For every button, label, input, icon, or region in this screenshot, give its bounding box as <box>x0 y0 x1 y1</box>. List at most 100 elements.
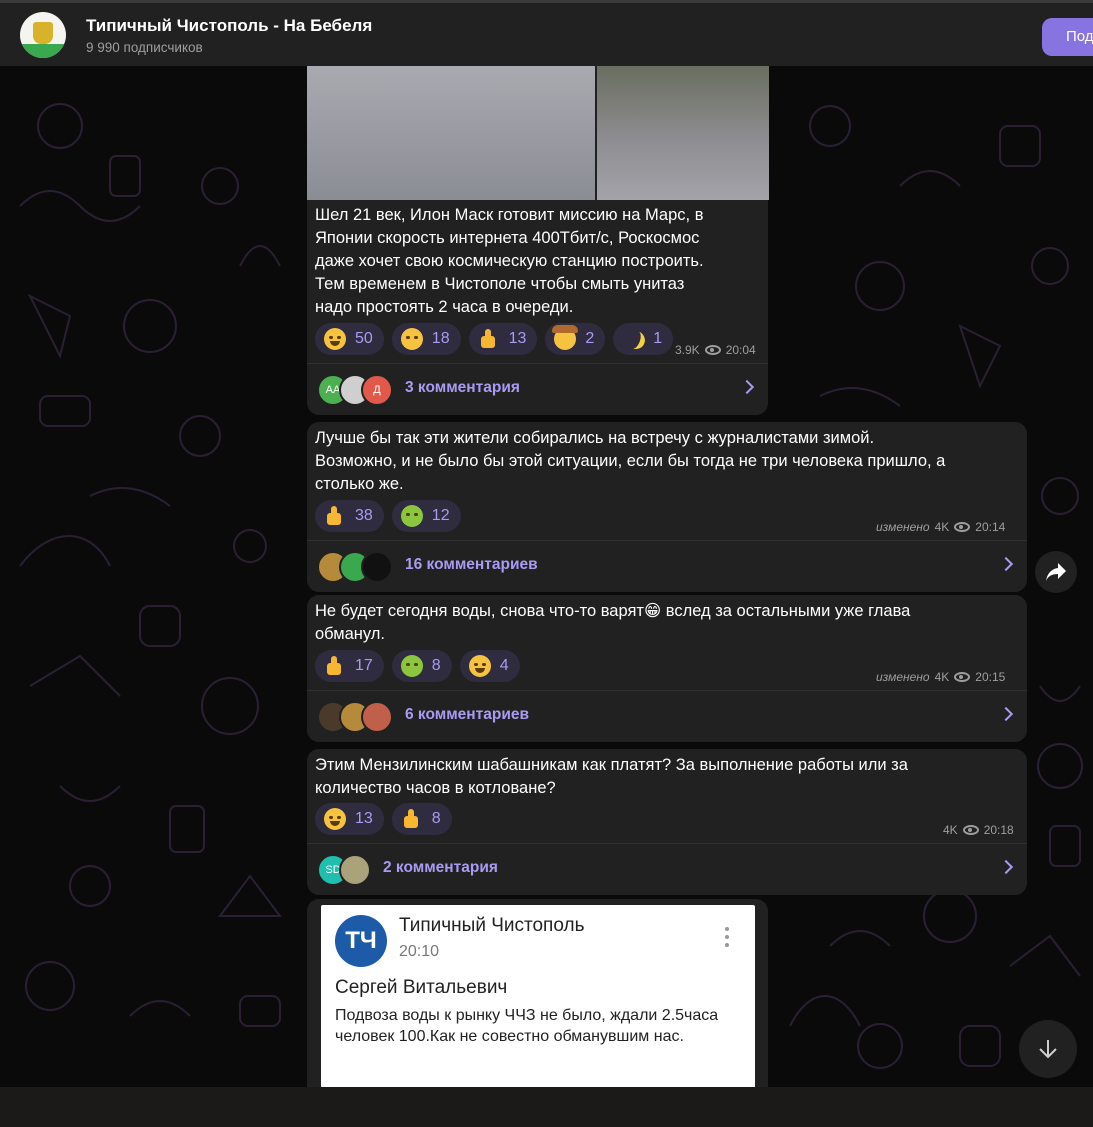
cowboy-emoji <box>552 325 579 350</box>
reaction-count: 17 <box>355 657 373 674</box>
reaction-button[interactable]: 4 <box>459 650 520 682</box>
edited-label: изменено <box>876 670 930 684</box>
reaction-button[interactable]: 8 <box>391 650 452 682</box>
avatar: Д <box>361 374 393 406</box>
reactions-bar: 17 8 4 <box>315 650 520 682</box>
reaction-count: 12 <box>431 507 450 524</box>
reaction-count: 13 <box>355 810 373 827</box>
message-time: 20:04 <box>725 343 756 357</box>
message-bubble-5[interactable]: ТЧ Типичный Чистополь 20:10 Сергей Витал… <box>307 899 768 1087</box>
forward-icon <box>1046 563 1066 581</box>
comments-link[interactable]: АА Д 3 комментария <box>307 363 768 413</box>
reaction-button[interactable]: 50 <box>315 323 384 355</box>
reaction-button[interactable]: 38 <box>315 500 384 532</box>
reactions-bar: 38 12 <box>315 500 461 532</box>
comments-count: 3 комментария <box>405 379 520 396</box>
message-text: Не будет сегодня воды, снова что-то варя… <box>315 602 911 643</box>
message-meta: 4K 20:18 <box>943 823 1014 837</box>
comments-link[interactable]: 6 комментариев <box>307 690 1027 740</box>
comments-link[interactable]: 16 комментариев <box>307 540 1027 590</box>
comments-link[interactable]: SD 2 комментария <box>307 843 1027 893</box>
reaction-count: 8 <box>431 810 441 827</box>
join-button[interactable]: Под <box>1042 18 1093 56</box>
view-count: 3.9K <box>675 343 700 357</box>
reaction-count: 8 <box>431 657 441 674</box>
card-time: 20:10 <box>399 943 440 960</box>
thumbs-up-emoji <box>478 328 500 350</box>
message-bubble-3[interactable]: Не будет сегодня воды, снова что-то варя… <box>307 595 1027 742</box>
banana-emoji <box>622 328 644 350</box>
reactions-bar: 50 18 13 2 1 <box>315 323 674 355</box>
reaction-button[interactable]: 1 <box>613 323 674 355</box>
message-bubble-4[interactable]: Этим Мензилинским шабашникам как платят?… <box>307 749 1027 895</box>
scroll-down-button[interactable] <box>1019 1020 1077 1078</box>
rolling-laughing-emoji <box>468 655 491 677</box>
comments-count: 2 комментария <box>383 859 498 876</box>
view-count: 4K <box>934 520 950 534</box>
eye-icon <box>962 825 979 835</box>
reaction-count: 13 <box>508 330 527 347</box>
reaction-button[interactable]: 13 <box>315 803 384 835</box>
reaction-count: 1 <box>653 330 663 347</box>
message-text: Лучше бы так эти жители собирались на вс… <box>315 429 946 493</box>
message-meta: 3.9K 20:04 <box>675 343 756 357</box>
forward-button[interactable] <box>1035 551 1077 593</box>
message-time: 20:15 <box>975 670 1006 684</box>
reaction-count: 38 <box>355 507 373 524</box>
reaction-button[interactable]: 13 <box>468 323 538 355</box>
view-count: 4K <box>934 670 950 684</box>
reaction-count: 4 <box>499 657 509 674</box>
card-channel-name: Типичный Чистополь <box>399 915 585 936</box>
vomit-emoji <box>400 655 423 677</box>
composer-area <box>0 1087 1093 1127</box>
chevron-right-icon <box>998 706 1014 722</box>
message-time: 20:14 <box>975 520 1006 534</box>
avatar <box>339 854 371 886</box>
reactions-bar: 13 8 <box>315 803 452 835</box>
message-bubble-1[interactable]: Шел 21 век, Илон Маск готовит миссию на … <box>307 66 769 415</box>
channel-title[interactable]: Типичный Чистополь - На Бебеля <box>86 16 372 36</box>
avatar <box>361 551 393 583</box>
card-text: Подвоза воды к рынку ЧЧЗ не было, ждали … <box>335 1007 719 1045</box>
message-bubble-2[interactable]: Лучше бы так эти жители собирались на вс… <box>307 422 1027 592</box>
chevron-right-icon <box>998 556 1014 572</box>
chat-header: Типичный Чистополь - На Бебеля 9 990 под… <box>0 0 1093 66</box>
avatar <box>361 701 393 733</box>
channel-logo: ТЧ <box>335 915 387 967</box>
reaction-button[interactable]: 17 <box>315 650 384 682</box>
rolling-laughing-emoji <box>324 328 346 350</box>
subscriber-count: 9 990 подписчиков <box>86 40 203 55</box>
arrow-down-icon <box>1039 1040 1057 1059</box>
thumbs-up-emoji <box>401 808 423 830</box>
thumbs-up-emoji <box>324 655 346 677</box>
eye-icon <box>704 345 721 355</box>
message-meta: изменено 4K 20:14 <box>876 520 1005 534</box>
eye-icon <box>954 522 971 532</box>
comments-count: 16 комментариев <box>405 556 538 573</box>
reaction-button[interactable]: 18 <box>391 323 461 355</box>
chevron-right-icon <box>998 859 1014 875</box>
message-photo-left[interactable] <box>307 66 595 200</box>
message-text: Этим Мензилинским шабашникам как платят?… <box>315 756 908 797</box>
message-time: 20:18 <box>983 823 1014 837</box>
reaction-button[interactable]: 12 <box>391 500 461 532</box>
vomit-emoji <box>400 505 423 527</box>
message-text: Шел 21 век, Илон Маск готовит миссию на … <box>315 206 704 316</box>
chevron-right-icon <box>739 379 755 395</box>
comments-count: 6 комментариев <box>405 706 530 723</box>
edited-label: изменено <box>876 520 930 534</box>
reaction-button[interactable]: 2 <box>545 323 606 355</box>
eye-icon <box>954 672 971 682</box>
channel-avatar[interactable] <box>20 12 66 58</box>
thumbs-up-emoji <box>324 505 346 527</box>
more-options-icon <box>725 927 729 951</box>
reaction-count: 2 <box>585 330 595 347</box>
reaction-button[interactable]: 8 <box>391 803 452 835</box>
message-photo-right[interactable] <box>597 66 769 200</box>
view-count: 4K <box>943 823 958 837</box>
rolling-laughing-emoji <box>324 808 346 830</box>
screenshot-image[interactable]: ТЧ Типичный Чистополь 20:10 Сергей Витал… <box>321 905 755 1087</box>
message-meta: изменено 4K 20:15 <box>876 670 1005 684</box>
card-author: Сергей Витальевич <box>335 977 508 998</box>
reaction-count: 50 <box>355 330 373 347</box>
